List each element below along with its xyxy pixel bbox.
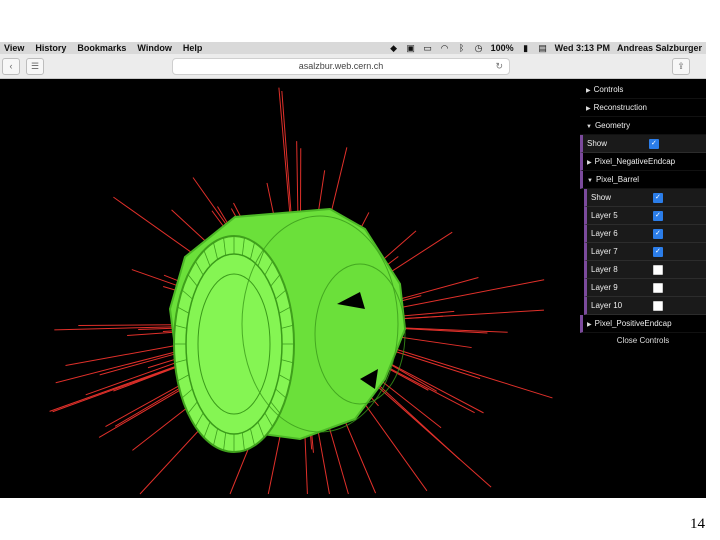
share-icon: ⇪ [677, 61, 685, 71]
triangle-down-icon: ▼ [586, 124, 592, 130]
track-line [381, 358, 484, 414]
menu-help[interactable]: Help [183, 42, 203, 54]
sidebar-button[interactable]: ☰ [26, 58, 44, 75]
menu-history[interactable]: History [35, 42, 66, 54]
time-machine-icon[interactable]: ◷ [474, 42, 484, 54]
layer-label: Layer 9 [591, 283, 618, 292]
folder-label: Pixel_PositiveEndcap [594, 319, 672, 328]
slide-number: 14 [690, 516, 705, 532]
folder-label: Pixel_Barrel [595, 175, 640, 184]
layer-row: Layer 5 [584, 207, 706, 225]
clip-icon[interactable]: ▣ [406, 42, 416, 54]
folder-label: Controls [593, 85, 624, 94]
barrel-show-row: Show [584, 189, 706, 207]
folder-label: Pixel_NegativeEndcap [594, 157, 676, 166]
bluetooth-icon[interactable]: ᛒ [457, 42, 467, 54]
folder-reconstruction[interactable]: ▶ Reconstruction [580, 99, 706, 117]
folder-pixel-barrel[interactable]: ▼ Pixel_Barrel [580, 171, 706, 189]
layer-checkbox[interactable] [653, 207, 663, 224]
layer-label: Layer 6 [591, 229, 618, 238]
folder-pixel-negative-endcap[interactable]: ▶ Pixel_NegativeEndcap [580, 153, 706, 171]
back-button[interactable]: ‹ [2, 58, 20, 75]
url-text: asalzbur.web.cern.ch [298, 61, 384, 71]
battery-icon[interactable]: ▮ [521, 42, 531, 54]
layer-label: Layer 10 [591, 301, 623, 310]
layer-checkbox[interactable] [653, 301, 663, 311]
geometry-show-checkbox[interactable] [649, 135, 659, 152]
close-controls-button[interactable]: Close Controls [580, 333, 706, 349]
address-bar[interactable]: asalzbur.web.cern.ch ↻ [172, 58, 510, 75]
menu-bookmarks[interactable]: Bookmarks [77, 42, 126, 54]
layer-label: Layer 7 [591, 247, 618, 256]
display-icon[interactable]: ▭ [423, 42, 433, 54]
input-menu-icon[interactable]: ▤ [538, 42, 548, 54]
chevron-left-icon: ‹ [9, 61, 13, 71]
detector-scene[interactable] [0, 79, 580, 498]
layer-row: Layer 9 [584, 279, 706, 297]
reload-icon[interactable]: ↻ [495, 59, 503, 74]
folder-label: Geometry [594, 121, 631, 130]
layer-row: Layer 6 [584, 225, 706, 243]
menubar-clock[interactable]: Wed 3:13 PM [555, 42, 610, 54]
webgl-viewport[interactable]: ▶ Controls ▶ Reconstruction ▼ Geometry Show… [0, 79, 706, 498]
layer-row: Layer 7 [584, 243, 706, 261]
triangle-right-icon: ▶ [587, 322, 592, 328]
row-label: Show [587, 139, 608, 148]
screen: View History Bookmarks Window Help ◆ ▣ ▭… [0, 42, 706, 498]
layer-checkbox[interactable] [653, 243, 663, 260]
folder-label: Reconstruction [593, 103, 647, 112]
menu-view[interactable]: View [4, 42, 24, 54]
menubar-user[interactable]: Andreas Salzburger [617, 42, 702, 54]
controls-panel: ▶ Controls ▶ Reconstruction ▼ Geometry Show… [580, 81, 706, 349]
layer-checkbox[interactable] [653, 265, 663, 275]
wifi-icon[interactable]: ◠ [440, 42, 450, 54]
folder-controls[interactable]: ▶ Controls [580, 81, 706, 99]
folder-pixel-positive-endcap[interactable]: ▶ Pixel_PositiveEndcap [580, 315, 706, 333]
layer-label: Layer 8 [591, 265, 618, 274]
row-label: Show [591, 193, 612, 202]
geometry-show-row: Show [580, 135, 706, 153]
menubar: View History Bookmarks Window Help ◆ ▣ ▭… [0, 42, 706, 54]
triangle-right-icon: ▶ [586, 88, 591, 94]
folder-geometry[interactable]: ▼ Geometry [580, 117, 706, 135]
sidebar-icon: ☰ [30, 61, 40, 71]
layer-checkbox[interactable] [653, 225, 663, 242]
layer-label: Layer 5 [591, 211, 618, 220]
track-line [391, 347, 553, 399]
triangle-right-icon: ▶ [586, 106, 591, 112]
barrel-show-checkbox[interactable] [653, 189, 663, 206]
barrel-front-face [173, 235, 295, 453]
browser-toolbar: ‹ ☰ asalzbur.web.cern.ch ↻ ⇪ [0, 54, 706, 79]
triangle-down-icon: ▼ [587, 178, 593, 184]
track-line [368, 375, 460, 460]
layer-row: Layer 8 [584, 261, 706, 279]
menu-window[interactable]: Window [137, 42, 171, 54]
share-button[interactable]: ⇪ [672, 58, 690, 75]
layer-row: Layer 10 [584, 297, 706, 315]
dropbox-icon[interactable]: ◆ [389, 42, 399, 54]
pixel-barrel-geometry [168, 207, 407, 453]
battery-percent: 100% [490, 43, 514, 53]
triangle-right-icon: ▶ [587, 160, 592, 166]
layer-checkbox[interactable] [653, 283, 663, 293]
